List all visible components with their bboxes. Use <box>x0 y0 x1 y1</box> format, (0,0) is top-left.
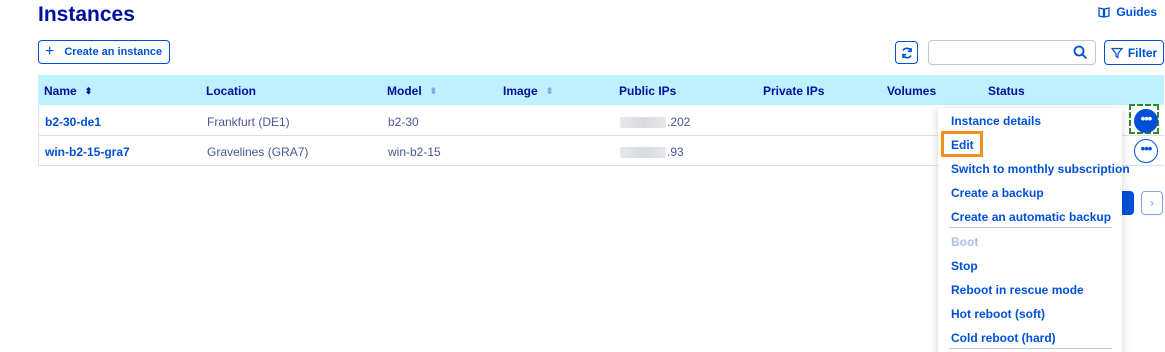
redacted-ip <box>620 117 666 129</box>
menu-divider <box>949 348 1112 349</box>
refresh-icon <box>901 47 912 58</box>
search-field[interactable] <box>928 40 1096 65</box>
menu-item-switch-monthly[interactable]: Switch to monthly subscription <box>951 162 1130 176</box>
menu-item-reboot-rescue[interactable]: Reboot in rescue mode <box>951 283 1084 297</box>
column-header-public-ips: Public IPs <box>619 84 677 98</box>
book-icon <box>1098 7 1110 18</box>
guides-label: Guides <box>1116 5 1157 19</box>
instance-model: b2-30 <box>388 115 419 129</box>
instance-name-link[interactable]: win-b2-15-gra7 <box>45 145 130 159</box>
search-icon[interactable] <box>1073 45 1088 60</box>
actions-dropdown-menu: Instance details Edit Switch to monthly … <box>938 108 1130 352</box>
page-title: Instances <box>38 3 135 26</box>
table-header: Name ⬍ Location Model ⬍ Image ⬍ Public IPs … <box>38 75 1164 105</box>
menu-item-hot-reboot[interactable]: Hot reboot (soft) <box>951 307 1045 321</box>
row-actions-button[interactable]: ••• <box>1134 139 1158 163</box>
filter-label: Filter <box>1127 45 1158 60</box>
column-header-location: Location <box>206 84 256 98</box>
instance-public-ip: .202 <box>620 115 690 129</box>
column-header-name[interactable]: Name ⬍ <box>44 84 92 98</box>
menu-item-stop[interactable]: Stop <box>951 259 978 273</box>
column-header-private-ips: Private IPs <box>763 84 825 98</box>
filter-icon <box>1110 47 1123 58</box>
menu-item-edit[interactable]: Edit <box>951 138 974 152</box>
column-header-status: Status <box>988 84 1025 98</box>
sort-icon: ⬍ <box>84 85 93 96</box>
guides-link[interactable]: Guides <box>1098 5 1157 19</box>
menu-item-instance-details[interactable]: Instance details <box>951 114 1041 128</box>
filter-button[interactable]: Filter <box>1104 40 1164 65</box>
menu-item-boot: Boot <box>951 235 979 249</box>
column-header-volumes: Volumes <box>887 84 937 98</box>
search-input[interactable] <box>929 41 1069 64</box>
instance-name-link[interactable]: b2-30-de1 <box>45 115 101 129</box>
menu-item-create-automatic-backup[interactable]: Create an automatic backup <box>951 210 1111 224</box>
instance-public-ip: .93 <box>620 145 684 159</box>
chevron-right-icon: › <box>1150 196 1154 210</box>
sort-icon: ⬍ <box>545 85 554 96</box>
instance-model: win-b2-15 <box>388 145 441 159</box>
more-icon: ••• <box>1140 111 1153 126</box>
redacted-ip <box>620 147 666 159</box>
create-instance-button[interactable]: + Create an instance <box>38 40 170 64</box>
refresh-button[interactable] <box>895 41 918 64</box>
instance-location: Frankfurt (DE1) <box>207 115 290 129</box>
instance-location: Gravelines (GRA7) <box>207 145 309 159</box>
sort-icon: ⬍ <box>429 85 438 96</box>
plus-icon: + <box>45 43 55 60</box>
menu-divider <box>949 227 1112 228</box>
column-header-image[interactable]: Image ⬍ <box>503 84 553 98</box>
row-actions-button[interactable]: ••• <box>1134 109 1158 133</box>
create-instance-label: Create an instance <box>64 46 163 58</box>
menu-item-create-backup[interactable]: Create a backup <box>951 186 1044 200</box>
more-icon: ••• <box>1140 141 1153 156</box>
pagination-next-button[interactable]: › <box>1141 191 1163 215</box>
menu-item-cold-reboot[interactable]: Cold reboot (hard) <box>951 331 1056 345</box>
column-header-model[interactable]: Model ⬍ <box>387 84 437 98</box>
